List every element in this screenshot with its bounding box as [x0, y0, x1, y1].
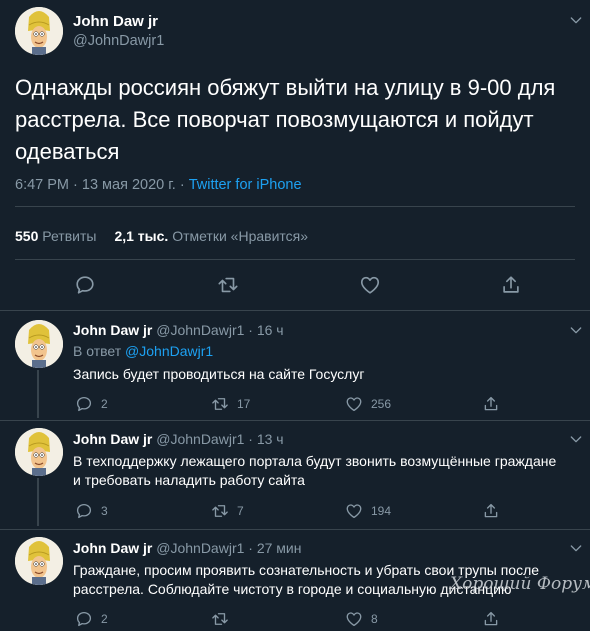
retweet-icon[interactable] [217, 274, 239, 296]
reply-meta[interactable]: @JohnDawjr1 · 13 ч [156, 431, 283, 447]
reply-to-label: В ответ [73, 343, 122, 359]
retweets-count: 550 [15, 228, 39, 244]
share-icon [482, 610, 500, 628]
retweet-count: 7 [237, 504, 244, 518]
divider [0, 529, 590, 530]
thread-line [37, 478, 39, 526]
chevron-down-icon[interactable] [568, 322, 584, 338]
tweet-timestamp: 6:47 PM · 13 мая 2020 г. · Twitter for i… [15, 177, 302, 193]
reply-header: John Daw jr @JohnDawjr1 · 13 ч [73, 431, 284, 447]
likes-label: Отметки «Нравится» [172, 228, 309, 244]
tweet-text: Однажды россиян обяжут выйти на улицу в … [15, 75, 556, 164]
avatar[interactable] [15, 537, 63, 585]
retweet-count: 17 [237, 397, 251, 411]
share-button[interactable] [482, 610, 508, 628]
share-icon [482, 502, 500, 520]
like-count: 256 [371, 397, 392, 411]
reply-to-handle-link[interactable]: @JohnDawjr1 [125, 343, 213, 359]
retweet-icon [211, 610, 229, 628]
timestamp-text[interactable]: 6:47 PM · 13 мая 2020 г. · [15, 177, 189, 193]
watermark: Хороший Форум [450, 574, 590, 594]
divider [0, 420, 590, 421]
tweet-stats: 550 Ретвиты 2,1 тыс. Отметки «Нравится» [15, 228, 308, 244]
reply-button[interactable]: 2 [75, 610, 108, 628]
reply-count: 2 [101, 612, 108, 626]
like-icon [345, 610, 363, 628]
reply-icon[interactable] [74, 274, 96, 296]
reply-to-line: В ответ @JohnDawjr1 [73, 343, 213, 359]
reply-meta[interactable]: @JohnDawjr1 · 27 мин [156, 540, 301, 556]
divider [0, 310, 590, 311]
reply-icon [75, 610, 93, 628]
retweet-button[interactable]: 17 [211, 395, 250, 413]
reply-text: В техподдержку лежащего портала будут зв… [73, 453, 557, 488]
like-count: 194 [371, 504, 392, 518]
reply-header: John Daw jr @JohnDawjr1 · 27 мин [73, 540, 301, 556]
reply-author-name[interactable]: John Daw jr [73, 322, 152, 338]
like-button[interactable]: 8 [345, 610, 378, 628]
like-button[interactable]: 256 [345, 395, 391, 413]
share-icon [482, 395, 500, 413]
retweet-icon [211, 395, 229, 413]
likes-count: 2,1 тыс. [114, 228, 169, 244]
reply-author-name[interactable]: John Daw jr [73, 540, 152, 556]
retweet-icon [211, 502, 229, 520]
reply-button[interactable]: 2 [75, 395, 108, 413]
divider [15, 259, 575, 260]
avatar[interactable] [15, 320, 63, 368]
retweets-stat[interactable]: 550 Ретвиты [15, 228, 96, 244]
reply-meta[interactable]: @JohnDawjr1 · 16 ч [156, 322, 283, 338]
reply-text: Запись будет проводиться на сайте Госусл… [73, 366, 365, 382]
reply-count: 2 [101, 397, 108, 411]
reply-count: 3 [101, 504, 108, 518]
share-button[interactable] [482, 395, 508, 413]
share-icon[interactable] [500, 274, 522, 296]
like-count: 8 [371, 612, 378, 626]
chevron-down-icon[interactable] [568, 540, 584, 556]
retweets-label: Ретвиты [42, 228, 97, 244]
divider [15, 206, 575, 207]
like-icon[interactable] [359, 274, 381, 296]
reply-icon [75, 395, 93, 413]
like-button[interactable]: 194 [345, 502, 391, 520]
like-icon [345, 395, 363, 413]
avatar[interactable] [15, 7, 63, 55]
tweet-source-link[interactable]: Twitter for iPhone [189, 177, 302, 193]
thread-line [37, 370, 39, 418]
like-icon [345, 502, 363, 520]
retweet-button[interactable]: 7 [211, 502, 244, 520]
reply-icon [75, 502, 93, 520]
reply-author-name[interactable]: John Daw jr [73, 431, 152, 447]
reply-header: John Daw jr @JohnDawjr1 · 16 ч [73, 322, 284, 338]
author-handle[interactable]: @JohnDawjr1 [73, 33, 164, 49]
retweet-button[interactable] [211, 610, 237, 628]
avatar[interactable] [15, 428, 63, 476]
reply-button[interactable]: 3 [75, 502, 108, 520]
chevron-down-icon[interactable] [568, 431, 584, 447]
share-button[interactable] [482, 502, 508, 520]
chevron-down-icon[interactable] [568, 12, 584, 28]
likes-stat[interactable]: 2,1 тыс. Отметки «Нравится» [114, 228, 308, 244]
author-name[interactable]: John Daw jr [73, 13, 158, 30]
